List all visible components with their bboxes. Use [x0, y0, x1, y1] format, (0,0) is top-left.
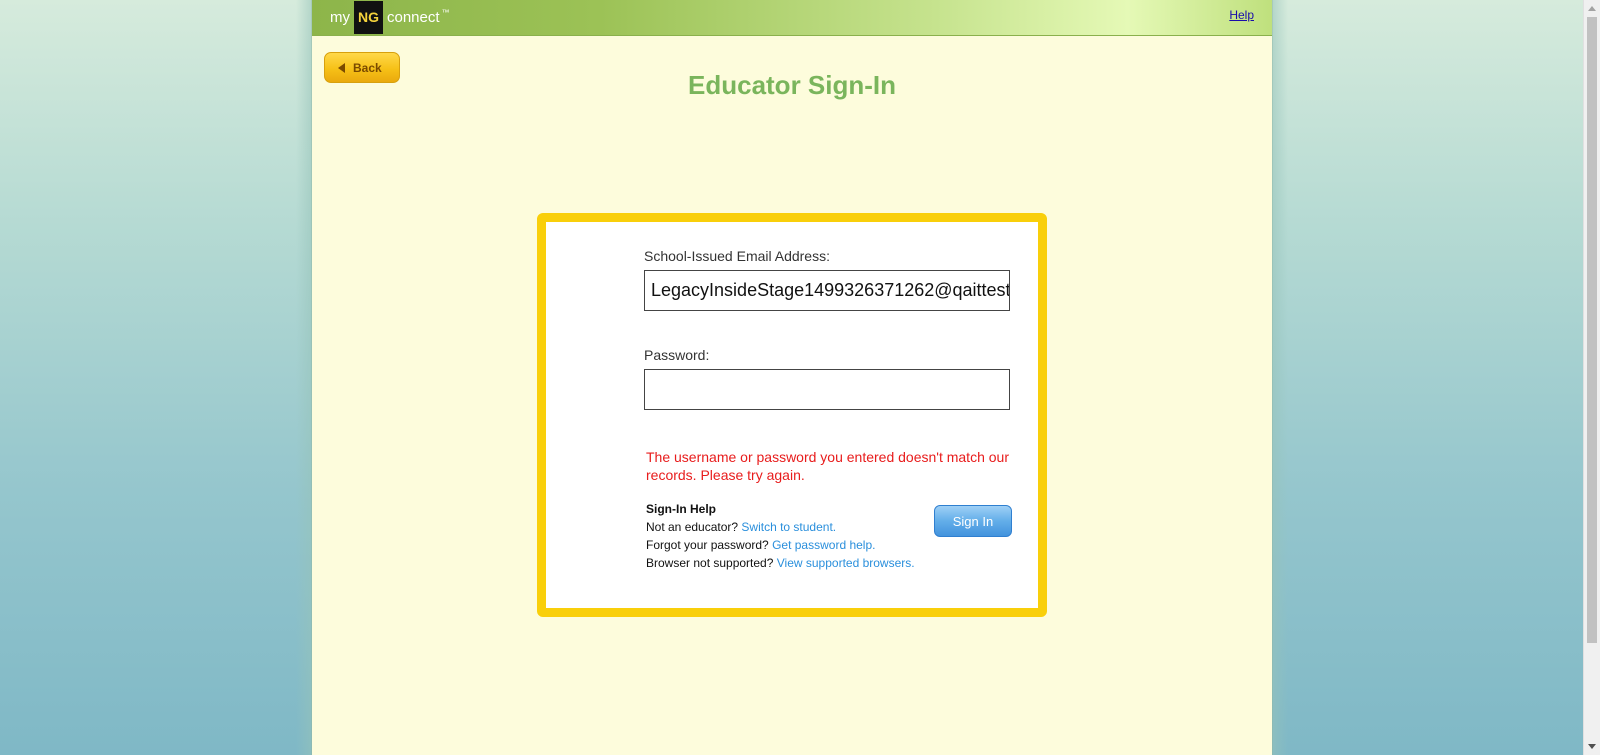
sign-in-card: School-Issued Email Address: LegacyInsid… [537, 213, 1047, 617]
logo-connect-text: connect [387, 9, 440, 26]
help-line-text: Browser not supported? [646, 556, 774, 570]
get-password-help-link[interactable]: Get password help. [772, 538, 875, 552]
email-label: School-Issued Email Address: [644, 248, 830, 264]
help-line-text: Not an educator? [646, 520, 739, 534]
help-line-password: Forgot your password? Get password help. [646, 536, 915, 554]
page-title: Educator Sign-In [688, 70, 896, 100]
email-field[interactable]: LegacyInsideStage1499326371262@qaittest [644, 270, 1010, 311]
page-shadow-right [1272, 0, 1288, 755]
scroll-down-arrow-icon[interactable] [1588, 744, 1596, 749]
switch-to-student-link[interactable]: Switch to student. [741, 520, 836, 534]
scroll-up-arrow-icon[interactable] [1588, 6, 1596, 11]
password-label: Password: [644, 347, 710, 363]
sign-in-help-heading: Sign-In Help [646, 502, 716, 516]
logo-ng-text: NG [354, 1, 383, 34]
supported-browsers-link[interactable]: View supported browsers. [777, 556, 915, 570]
scrollbar-thumb[interactable] [1587, 17, 1597, 643]
vertical-scrollbar[interactable] [1583, 0, 1600, 755]
help-link[interactable]: Help [1229, 8, 1254, 22]
sign-in-help: Sign-In Help Not an educator? Switch to … [646, 500, 915, 572]
error-message: The username or password you entered doe… [646, 449, 1009, 483]
password-field[interactable] [644, 369, 1010, 410]
page-shadow-left [296, 0, 312, 755]
my-ng-connect-logo: my NG connect ™ [330, 0, 450, 35]
logo-my-text: my [330, 9, 350, 26]
logo-trademark: ™ [441, 8, 450, 17]
page-container: my NG connect ™ Help Back Educator Sign-… [312, 0, 1272, 755]
help-line-browsers: Browser not supported? View supported br… [646, 554, 915, 572]
sign-in-button[interactable]: Sign In [934, 505, 1012, 537]
help-line-switch-student: Not an educator? Switch to student. [646, 518, 915, 536]
top-header-bar: my NG connect ™ Help [312, 0, 1272, 36]
help-line-text: Forgot your password? [646, 538, 769, 552]
